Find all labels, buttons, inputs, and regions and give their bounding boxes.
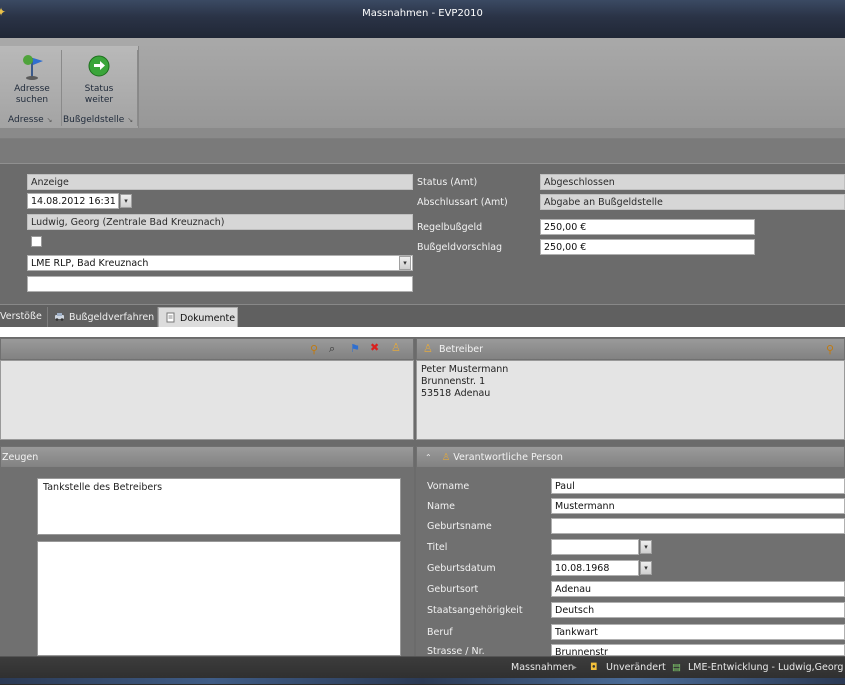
tab-dokumente[interactable]: Dokumente — [158, 307, 238, 327]
adresse-suchen-button[interactable]: Adresse suchen — [6, 52, 58, 106]
staatsangehoerigkeit-label: Staatsangehörigkeit — [427, 605, 523, 616]
betreiber-name: Peter Mustermann — [421, 364, 509, 375]
titel-label: Titel — [427, 542, 448, 553]
person-icon[interactable]: ♙ — [391, 341, 401, 354]
status-weiter-button[interactable]: Status weiter — [73, 52, 125, 106]
status-weiter-label2: weiter — [84, 95, 114, 105]
geburtsdatum-dropdown-button[interactable]: ▾ — [640, 561, 652, 575]
group-label-adresse: Adresse ↘ — [8, 115, 53, 125]
geburtsort-label: Geburtsort — [427, 584, 479, 595]
person-icon: ♙ — [423, 342, 433, 355]
ribbon-separator — [137, 50, 138, 126]
beruf-field[interactable]: Tankwart — [551, 624, 845, 640]
car-icon — [54, 311, 65, 322]
zeugen-panel-header: Zeugen — [0, 446, 414, 468]
taskbar-stripe — [0, 678, 845, 684]
verantwortliche-panel-header[interactable]: ⌃ ♙ Verantwortliche Person — [416, 446, 845, 468]
betreiber-title: Betreiber — [439, 344, 484, 355]
verantwortliche-title: Verantwortliche Person — [453, 452, 563, 463]
geburtsname-label: Geburtsname — [427, 521, 492, 532]
toolbar-strip — [0, 139, 845, 164]
ribbon-separator — [61, 50, 62, 126]
zeugen-ort-text: Tankstelle des Betreibers — [43, 482, 163, 493]
status-amt-field: Abgeschlossen — [540, 174, 845, 190]
regelbussgeld-label: Regelbußgeld — [417, 222, 483, 233]
geburtsdatum-field[interactable]: 10.08.1968 — [551, 560, 639, 576]
titel-dropdown-button[interactable]: ▾ — [640, 540, 652, 554]
search-icon[interactable]: ⚲ — [826, 343, 834, 356]
adresse-suchen-label1: Adresse — [14, 84, 50, 94]
tab-verstoesse[interactable]: Verstöße — [0, 307, 48, 327]
betreiber-city: 53518 Adenau — [421, 388, 491, 399]
checkbox[interactable] — [31, 236, 42, 247]
geburtsname-field[interactable] — [551, 518, 845, 534]
window-title: Massnahmen - EVP2010 — [362, 8, 483, 19]
betreiber-street: Brunnenstr. 1 — [421, 376, 486, 387]
adresse-suchen-label2: suchen — [15, 95, 49, 105]
regelbussgeld-field[interactable]: 250,00 € — [540, 219, 755, 235]
strasse-field[interactable]: Brunnenstr — [551, 644, 845, 656]
bussgeldvorschlag-label: Bußgeldvorschlag — [417, 242, 503, 253]
status-amt-label: Status (Amt) — [417, 177, 478, 188]
status-module-arrow-icon: ▸ — [572, 662, 577, 673]
pin-flag-icon — [17, 52, 47, 80]
datum-dropdown-button[interactable]: ▾ — [120, 194, 132, 208]
geburtsdatum-label: Geburtsdatum — [427, 563, 496, 574]
status-weiter-label1: Status — [84, 84, 114, 94]
name-field[interactable]: Mustermann — [551, 498, 845, 514]
tab-bussgeldverfahren[interactable]: Bußgeldverfahren — [48, 307, 158, 327]
betreiber-panel-header: Betreiber — [416, 338, 845, 360]
status-user: LME-Entwicklung - Ludwig,Georg — [688, 662, 844, 673]
green-arrow-icon — [84, 52, 114, 80]
abschlussart-label: Abschlussart (Amt) — [417, 197, 508, 208]
status-state: Unverändert — [606, 662, 666, 673]
titel-select[interactable] — [551, 539, 639, 555]
anzeige-field: Anzeige — [27, 174, 413, 190]
vorname-field[interactable]: Paul — [551, 478, 845, 494]
dialog-launcher-icon[interactable]: ↘ — [127, 116, 133, 124]
stelle-select[interactable]: LME RLP, Bad Kreuznach — [27, 255, 413, 271]
staatsangehoerigkeit-field[interactable]: Deutsch — [551, 602, 845, 618]
title-bar: ✦ Massnahmen - EVP2010 — [0, 0, 845, 38]
ribbon-bottom-strip — [0, 128, 845, 139]
bearbeiter-field: Ludwig, Georg (Zentrale Bad Kreuznach) — [27, 214, 413, 230]
collapse-chevron-icon[interactable]: ⌃ — [425, 453, 432, 462]
binoculars-icon[interactable]: ⌕ — [329, 342, 335, 356]
delete-icon[interactable]: ✖ — [370, 341, 379, 354]
beruf-label: Beruf — [427, 627, 453, 638]
stelle-dropdown-button[interactable]: ▾ — [399, 256, 411, 270]
dialog-launcher-icon[interactable]: ↘ — [47, 116, 53, 124]
zeugen-ort-textarea[interactable]: Tankstelle des Betreibers — [37, 478, 401, 535]
abschlussart-field: Abgabe an Bußgeldstelle — [540, 194, 845, 210]
geburtsort-field[interactable]: Adenau — [551, 581, 845, 597]
bussgeldvorschlag-field[interactable]: 250,00 € — [540, 239, 755, 255]
vorname-label: Vorname — [427, 481, 470, 492]
search-icon[interactable]: ⚲ — [310, 343, 318, 356]
state-icon: ◘ — [590, 662, 598, 673]
tab-content-border — [0, 327, 845, 337]
document-icon — [165, 312, 176, 323]
extra-field[interactable] — [27, 276, 413, 292]
person-icon: ♙ — [441, 452, 451, 463]
verstoesse-panel-body — [0, 360, 414, 440]
database-icon: ▤ — [672, 662, 681, 673]
status-module[interactable]: Massnahmen — [511, 662, 574, 673]
zeugen-title: Zeugen — [2, 452, 39, 463]
group-label-bussgeldstelle: Bußgeldstelle ↘ — [63, 115, 134, 125]
datum-field[interactable]: 14.08.2012 16:31 — [27, 193, 119, 209]
zeugen-notes-textarea[interactable] — [37, 541, 401, 656]
name-label: Name — [427, 501, 456, 512]
pin-icon[interactable]: ⚑ — [350, 342, 360, 355]
